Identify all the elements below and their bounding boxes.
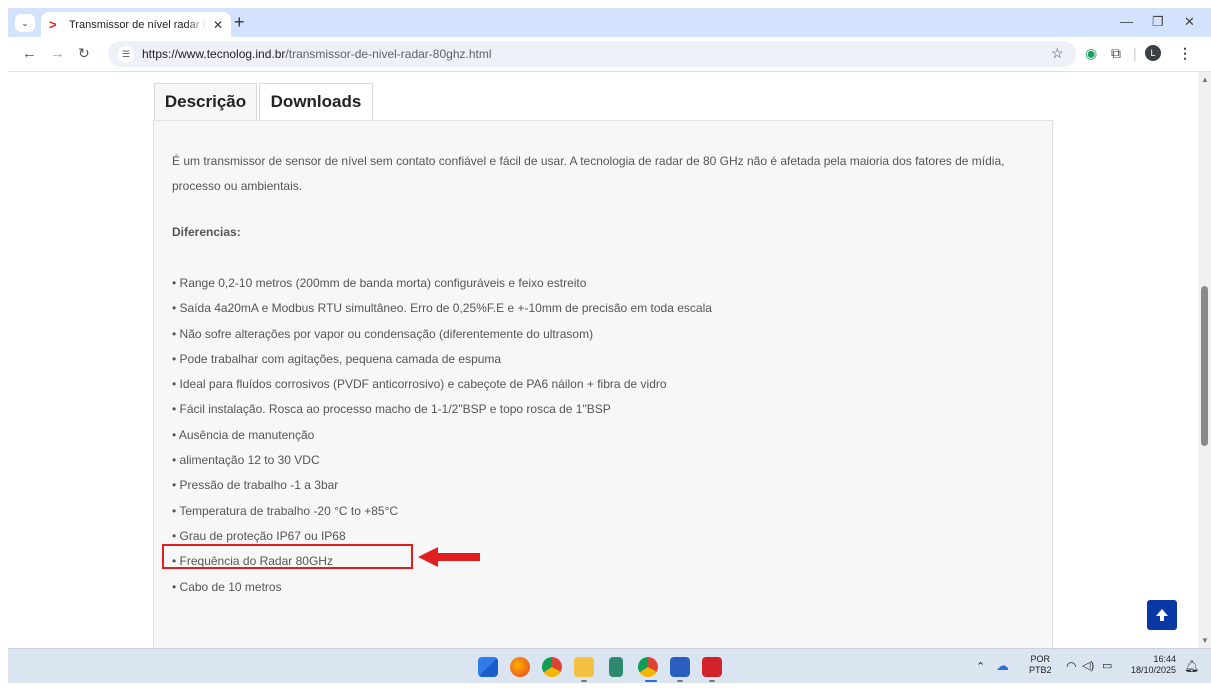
tab-close-icon[interactable]: ✕ <box>213 18 223 32</box>
back-icon[interactable]: ← <box>22 46 37 61</box>
clock[interactable]: 16:44 18/10/2025 <box>1126 654 1176 676</box>
windows-taskbar: ⌃ ☁ POR PTB2 ◠ ◁) ▭ 16:44 18/10/2025 🔔︎ <box>8 648 1211 683</box>
list-item: • Pode trabalhar com agitações, pequena … <box>172 351 502 366</box>
list-item-highlighted: • Temperatura de trabalho -20 °C to +85°… <box>172 503 399 518</box>
forward-icon[interactable]: → <box>50 46 65 61</box>
extension-icon[interactable]: ◉ <box>1085 46 1097 61</box>
clock-time: 16:44 <box>1153 654 1176 664</box>
list-item: • Cabo de 10 metros <box>172 579 282 594</box>
highlight-box <box>162 544 413 569</box>
bookmark-star-icon[interactable]: ☆ <box>1051 46 1064 61</box>
reload-icon[interactable]: ↻ <box>78 46 90 61</box>
profile-avatar[interactable]: L <box>1145 45 1161 61</box>
list-item: • Pressão de trabalho -1 a 3bar <box>172 478 339 493</box>
language-indicator[interactable]: POR PTB2 <box>1029 654 1052 676</box>
chrome-icon[interactable] <box>542 657 562 677</box>
product-intro: É um transmissor de sensor de nível sem … <box>172 154 1005 193</box>
list-item: • Ausência de manutenção <box>172 427 315 442</box>
url-host: https://www.tecnolog.ind.br <box>142 47 286 61</box>
browser-toolbar: ← → ↻ ☰ https://www.tecnolog.ind.br/tran… <box>8 37 1211 72</box>
tab-search-icon[interactable]: ⌄ <box>15 14 35 32</box>
lang-bottom: PTB2 <box>1029 665 1052 675</box>
list-item: • Saída 4a20mA e Modbus RTU simultâneo. … <box>172 301 712 316</box>
volume-icon[interactable]: ◁) <box>1082 659 1094 672</box>
scroll-to-top-button[interactable] <box>1147 600 1177 630</box>
wifi-icon[interactable]: ◠ <box>1066 659 1076 673</box>
scroll-down-icon[interactable]: ▼ <box>1201 636 1209 645</box>
red-arrow-icon <box>418 547 480 567</box>
tab-title: Transmissor de nível radar 80GHz <box>69 18 207 31</box>
lang-top: POR <box>1030 654 1051 664</box>
chrome-profile-icon[interactable] <box>638 657 658 677</box>
differences-heading: Diferencias: <box>172 225 241 239</box>
list-item: • Range 0,2-10 metros (200mm de banda mo… <box>172 276 587 290</box>
address-bar[interactable]: ☰ https://www.tecnolog.ind.br/transmisso… <box>108 41 1076 67</box>
tray-chevron-icon[interactable]: ⌃ <box>976 660 985 673</box>
extensions-puzzle-icon[interactable]: ⧉ <box>1111 46 1121 61</box>
app-indicator <box>581 680 587 682</box>
site-favicon-icon: > <box>49 16 57 32</box>
active-app-indicator <box>645 680 657 682</box>
description-panel: É um transmissor de sensor de nível sem … <box>153 120 1053 648</box>
list-item: • Fácil instalação. Rosca ao processo ma… <box>172 402 611 417</box>
menu-kebab-icon[interactable]: ⋮ <box>1178 46 1192 61</box>
app-indicator <box>709 680 715 682</box>
browser-window: ⌄ > Transmissor de nível radar 80GHz ✕ +… <box>8 8 1211 683</box>
firefox-icon[interactable] <box>510 657 530 677</box>
browser-tab[interactable]: > Transmissor de nível radar 80GHz ✕ <box>41 12 231 37</box>
clock-date: 18/10/2025 <box>1130 665 1176 675</box>
windows-start-icon[interactable] <box>478 657 498 677</box>
tab-strip: ⌄ > Transmissor de nível radar 80GHz ✕ +… <box>8 8 1211 37</box>
page-viewport: É um transmissor de sensor de nível sem … <box>8 72 1198 648</box>
battery-icon[interactable]: ▭ <box>1102 659 1112 672</box>
site-info-icon[interactable]: ☰ <box>118 46 134 62</box>
list-item: • alimentação 12 to 30 VDC <box>172 453 320 468</box>
list-item: • Ideal para fluídos corrosivos (PVDF an… <box>172 377 667 392</box>
minimize-button[interactable]: — <box>1120 14 1133 29</box>
onedrive-icon[interactable]: ☁ <box>996 658 1009 674</box>
list-item: • Não sofre alterações por vapor ou cond… <box>172 326 594 341</box>
url-path: /transmissor-de-nivel-radar-80ghz.html <box>285 47 492 61</box>
page-scrollbar[interactable]: ▲ ▼ <box>1198 72 1211 648</box>
app-indicator <box>677 680 683 682</box>
notepad-icon[interactable] <box>609 657 623 677</box>
toolbar-divider: | <box>1133 45 1137 61</box>
notification-bell-icon[interactable]: 🔔︎ <box>1184 659 1199 673</box>
arrow-up-icon <box>1156 609 1168 621</box>
file-explorer-icon[interactable] <box>574 657 594 677</box>
new-tab-button[interactable]: + <box>234 13 245 31</box>
scrollbar-thumb[interactable] <box>1201 286 1208 446</box>
tab-downloads[interactable]: Downloads <box>259 83 373 120</box>
restore-button[interactable]: ❐ <box>1152 14 1164 30</box>
tab-description[interactable]: Descrição <box>154 83 257 120</box>
acrobat-icon[interactable] <box>702 657 722 677</box>
scroll-up-icon[interactable]: ▲ <box>1201 75 1209 84</box>
close-window-button[interactable]: ✕ <box>1184 14 1195 30</box>
word-icon[interactable] <box>670 657 690 677</box>
